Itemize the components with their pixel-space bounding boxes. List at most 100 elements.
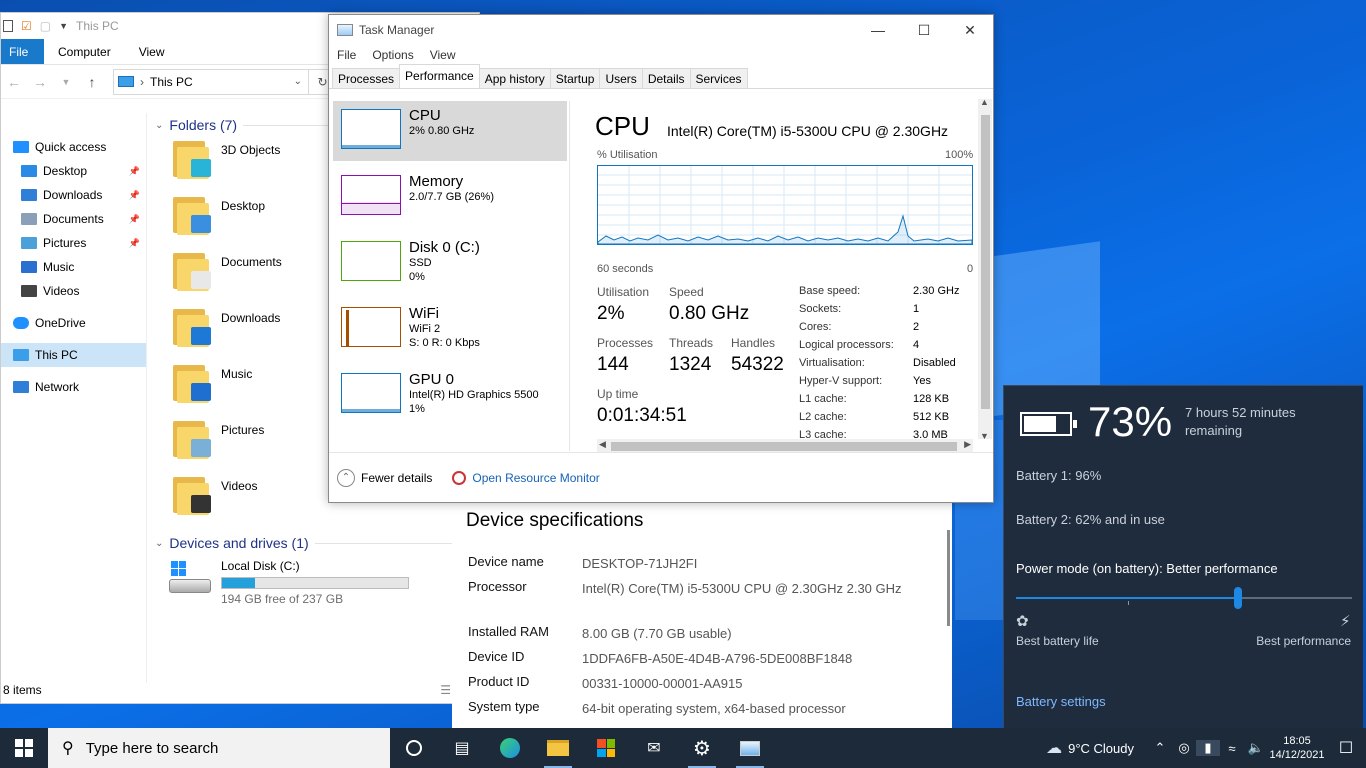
- gpu-activity: [342, 409, 400, 412]
- scroll-down-icon[interactable]: ▼: [980, 431, 989, 441]
- up-icon[interactable]: ↑: [83, 74, 101, 90]
- perf-item-cpu[interactable]: CPU 2% 0.80 GHz: [333, 101, 567, 161]
- cpu-utilisation-graph: [597, 165, 973, 245]
- new-folder-icon[interactable]: ▢: [40, 19, 51, 33]
- chevron-down-icon[interactable]: ⌄: [155, 538, 163, 549]
- close-button[interactable]: ✕: [947, 15, 993, 45]
- address-bar[interactable]: › This PC ⌄: [113, 68, 309, 95]
- recent-dropdown-icon[interactable]: ▼: [57, 77, 75, 87]
- file-explorer-button[interactable]: [534, 728, 582, 768]
- settings-button[interactable]: ⚙: [678, 728, 726, 768]
- dropdown-icon[interactable]: ▼: [59, 21, 68, 31]
- chevron-down-icon[interactable]: ⌄: [155, 120, 163, 131]
- search-icon: ⚲: [62, 740, 74, 757]
- properties-icon[interactable]: ☑: [21, 19, 32, 33]
- maximize-button[interactable]: ☐: [901, 15, 947, 45]
- spec-key: Installed RAM: [468, 624, 549, 639]
- tab-processes[interactable]: Processes: [332, 68, 401, 88]
- scroll-up-icon[interactable]: ▲: [980, 97, 989, 107]
- ribbon-file-tab[interactable]: File: [1, 39, 44, 64]
- perf-item-name: WiFi: [409, 305, 439, 322]
- scrollbar[interactable]: [947, 530, 950, 626]
- cpu-model: Intel(R) Core(TM) i5-5300U CPU @ 2.30GHz: [667, 123, 949, 139]
- drives-group-header[interactable]: ⌄ Devices and drives (1): [151, 531, 481, 555]
- nav-item-pictures[interactable]: Pictures 📌: [1, 231, 146, 255]
- nav-item-onedrive[interactable]: OneDrive: [1, 311, 146, 335]
- clock[interactable]: 18:05 14/12/2021: [1268, 734, 1326, 762]
- power-mode-slider[interactable]: [1016, 587, 1352, 609]
- mail-button[interactable]: ✉: [630, 728, 678, 768]
- scroll-thumb[interactable]: [981, 115, 990, 409]
- perf-item-disk[interactable]: Disk 0 (C:) SSD 0%: [333, 233, 567, 293]
- battery-settings-link[interactable]: Battery settings: [1016, 694, 1106, 709]
- tab-performance[interactable]: Performance: [399, 64, 480, 88]
- cpu-spec-value: 2.30 GHz: [913, 285, 960, 297]
- meet-now-icon[interactable]: ◎: [1172, 740, 1196, 756]
- scroll-left-icon[interactable]: ◀: [599, 439, 606, 450]
- fewer-details-button[interactable]: ⌃ Fewer details: [337, 468, 433, 487]
- nav-item-this-pc[interactable]: This PC: [1, 343, 146, 367]
- cortana-button[interactable]: [390, 728, 438, 768]
- back-icon[interactable]: ←: [5, 74, 23, 90]
- battery-tray-icon[interactable]: ▮: [1196, 740, 1220, 756]
- fewer-details-label: Fewer details: [361, 470, 433, 485]
- handles-label: Handles: [731, 336, 776, 350]
- uptime-label: Up time: [597, 387, 639, 401]
- menu-view[interactable]: View: [430, 48, 456, 62]
- menu-options[interactable]: Options: [372, 48, 413, 62]
- start-button[interactable]: [0, 728, 48, 768]
- task-view-icon: ▤: [454, 740, 470, 757]
- tab-services[interactable]: Services: [689, 68, 748, 88]
- drive-item-c[interactable]: Local Disk (C:) 194 GB free of 237 GB: [151, 559, 481, 606]
- spec-key: Device name: [468, 554, 544, 569]
- tab-startup[interactable]: Startup: [549, 68, 601, 88]
- chevron-up-icon[interactable]: ⌃: [1148, 740, 1172, 756]
- perf-item-detail: WiFi 2: [409, 323, 441, 335]
- store-button[interactable]: [582, 728, 630, 768]
- taskbar-search-box[interactable]: ⚲ Type here to search: [48, 728, 390, 768]
- perf-item-memory[interactable]: Memory 2.0/7.7 GB (26%): [333, 167, 567, 227]
- ribbon-computer-tab[interactable]: Computer: [44, 39, 125, 64]
- forward-icon[interactable]: →: [31, 74, 49, 90]
- quick-access-toolbar-icon[interactable]: [3, 20, 13, 32]
- task-view-button[interactable]: ▤: [438, 728, 486, 768]
- chevron-down-icon[interactable]: ⌄: [294, 76, 302, 87]
- tab-details[interactable]: Details: [641, 68, 691, 88]
- cpu-spec-key: Virtualisation:: [799, 357, 865, 369]
- navigation-pane: Quick access Desktop 📌 Downloads 📌 Documents 📌…: [1, 113, 147, 683]
- weather-widget[interactable]: ☁ 9°C Cloudy: [1046, 738, 1134, 758]
- perf-item-detail: Intel(R) HD Graphics 5500: [409, 389, 539, 401]
- tab-users[interactable]: Users: [599, 68, 643, 88]
- nav-item-downloads[interactable]: Downloads 📌: [1, 183, 146, 207]
- volume-icon[interactable]: 🔈: [1244, 740, 1268, 756]
- nav-item-documents[interactable]: Documents 📌: [1, 207, 146, 231]
- scroll-right-icon[interactable]: ▶: [964, 439, 971, 450]
- slider-thumb[interactable]: [1233, 587, 1242, 609]
- cpu-spec-value: 1: [913, 303, 920, 315]
- nav-item-videos[interactable]: Videos: [1, 279, 146, 303]
- status-bar-count: 8 items: [3, 683, 42, 697]
- nav-item-music[interactable]: Music: [1, 255, 146, 279]
- perf-item-gpu[interactable]: GPU 0 Intel(R) HD Graphics 5500 1%: [333, 365, 567, 425]
- computer-icon: [13, 349, 29, 361]
- vertical-scrollbar[interactable]: ▲ ▼: [978, 97, 992, 441]
- details-view-icon[interactable]: ☰: [440, 683, 451, 697]
- menu-file[interactable]: File: [337, 48, 356, 62]
- nav-item-network[interactable]: Network: [1, 375, 146, 399]
- perf-item-wifi[interactable]: WiFi WiFi 2 S: 0 R: 0 Kbps: [333, 299, 567, 359]
- nav-item-quick-access[interactable]: Quick access: [1, 135, 146, 159]
- nav-item-desktop[interactable]: Desktop 📌: [1, 159, 146, 183]
- open-resource-monitor-link[interactable]: Open Resource Monitor: [452, 470, 600, 485]
- folder-badge: [191, 495, 211, 513]
- pin-icon: 📌: [128, 213, 140, 224]
- horizontal-scrollbar[interactable]: ◀ ▶: [597, 439, 973, 453]
- minimize-button[interactable]: —: [855, 15, 901, 45]
- scroll-thumb[interactable]: [611, 442, 957, 451]
- tab-app-history[interactable]: App history: [478, 68, 551, 88]
- ribbon-view-tab[interactable]: View: [125, 39, 179, 64]
- notification-center-button[interactable]: ☐: [1326, 738, 1366, 758]
- edge-button[interactable]: [486, 728, 534, 768]
- wifi-icon[interactable]: ≈: [1220, 741, 1244, 756]
- spec-row-device-id: Device ID 1DDFA6FB-A50E-4D4B-A796-5DE008B…: [468, 649, 902, 668]
- task-manager-button[interactable]: [726, 728, 774, 768]
